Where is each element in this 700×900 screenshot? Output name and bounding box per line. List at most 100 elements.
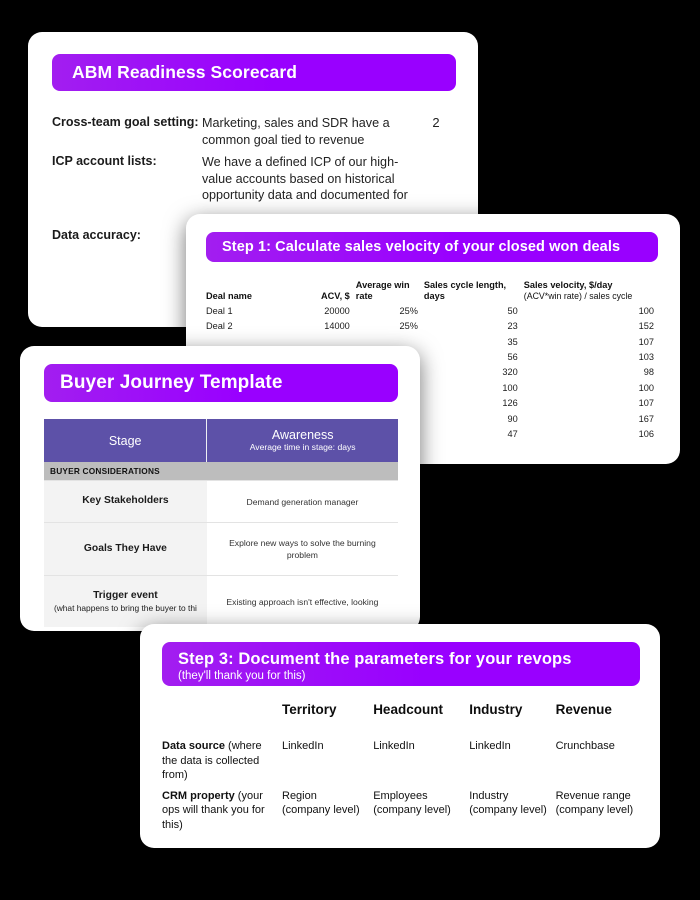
col-acv: ACV, $ [321, 290, 350, 301]
col-blank [162, 702, 282, 739]
abm-scorecard-banner: ABM Readiness Scorecard [52, 54, 456, 91]
col-sales-cycle-length: Sales cycle length, days [423, 280, 507, 301]
awareness-column-header: Awareness Average time in stage: days [206, 419, 398, 463]
cell-cycle-length: 47 [507, 429, 518, 440]
cell-cycle-length: 50 [507, 305, 518, 316]
cell-win-rate: 25% [399, 305, 418, 316]
cell-cycle-length: 90 [507, 413, 518, 424]
table-row: CRM property (your ops will thank you fo… [162, 789, 642, 839]
abm-row-score: 2 [432, 115, 440, 130]
cell-sales-velocity: 106 [638, 429, 654, 440]
step3-title: Step 3: Document the parameters for your… [178, 649, 572, 668]
cell-cycle-length: 320 [502, 367, 518, 378]
cell-cycle-length: 126 [502, 398, 518, 409]
buyer-journey-banner: Buyer Journey Template [44, 364, 398, 402]
cell-headcount: Employees (company level) [373, 789, 451, 817]
step1-banner: Step 1: Calculate sales velocity of your… [206, 232, 658, 262]
table-header-row: Deal name ACV, $ Average win rate Sales … [206, 280, 660, 303]
stage-column-header: Stage [44, 419, 208, 463]
cell-cycle-length: 56 [507, 351, 518, 362]
row-label-cell: Trigger event (what happens to bring the… [44, 575, 207, 628]
cell-sales-velocity: 103 [638, 351, 654, 362]
cell-sales-velocity: 107 [638, 398, 654, 409]
table-header-row: Territory Headcount Industry Revenue [162, 702, 642, 739]
abm-row: ICP account lists: We have a defined ICP… [52, 154, 456, 204]
row-value-cell: Explore new ways to solve the burning pr… [206, 522, 398, 576]
abm-row-label: Data accuracy: [52, 228, 141, 243]
cell-territory: LinkedIn [282, 740, 324, 752]
row-value-cell: Demand generation manager [206, 480, 398, 523]
abm-row-description: Marketing, sales and SDR have a common g… [202, 116, 390, 147]
row-label-crm-property: CRM property (your ops will thank you fo… [162, 789, 282, 839]
cell-headcount: LinkedIn [373, 740, 415, 752]
cell-acv: 14000 [324, 321, 350, 332]
cell-industry: Industry (company level) [469, 789, 547, 817]
abm-row: Cross-team goal setting: Marketing, sale… [52, 115, 456, 148]
cell-sales-velocity: 100 [638, 305, 654, 316]
col-revenue: Revenue [555, 702, 612, 717]
abm-scorecard-title: ABM Readiness Scorecard [72, 62, 298, 82]
col-industry: Industry [469, 702, 523, 717]
awareness-label: Awareness [271, 428, 334, 442]
cell-industry: LinkedIn [469, 740, 511, 752]
col-territory: Territory [282, 702, 337, 717]
cell-deal-name: Deal 2 [206, 321, 233, 332]
cell-sales-velocity: 167 [638, 413, 654, 424]
row-label-bold: Data source [162, 740, 225, 752]
step3-table-wrap: Territory Headcount Industry Revenue Dat… [140, 686, 660, 838]
buyer-journey-table: Stage Awareness Average time in stage: d… [44, 419, 398, 628]
col-sales-velocity-formula: (ACV*win rate) / sales cycle [523, 291, 633, 302]
buyer-journey-table-body: BUYER CONSIDERATIONS Key Stakeholders De… [44, 462, 398, 628]
col-sales-velocity: Sales velocity, $/day (ACV*win rate) / s… [524, 280, 660, 303]
step3-table: Territory Headcount Industry Revenue Dat… [162, 702, 642, 838]
col-avg-win-rate: Average win rate [355, 280, 410, 301]
awareness-sublabel: Average time in stage: days [249, 442, 356, 452]
row-label: Goals They Have [83, 542, 167, 554]
cell-cycle-length: 35 [507, 336, 518, 347]
buyer-considerations-label: BUYER CONSIDERATIONS [44, 462, 398, 481]
row-label-data-source: Data source (where the data is collected… [162, 739, 282, 789]
row-label-cell: Key Stakeholders [44, 480, 207, 523]
cell-sales-velocity: 100 [638, 382, 654, 393]
cell-win-rate: 25% [399, 321, 418, 332]
table-row: Goals They Have Explore new ways to solv… [44, 522, 398, 576]
col-deal-name: Deal name [206, 290, 252, 301]
cell-cycle-length: 23 [507, 321, 518, 332]
step3-parameters-card[interactable]: Step 3: Document the parameters for your… [140, 624, 660, 848]
step3-subtitle: (they'll thank you for this) [178, 669, 306, 682]
abm-row-label: Cross-team goal setting: [52, 115, 199, 129]
abm-row-description: We have a defined ICP of our high-value … [202, 155, 408, 203]
table-row: Deal 1 20000 25% 50 100 [206, 303, 660, 318]
cell-sales-velocity: 98 [643, 367, 654, 378]
col-headcount: Headcount [373, 702, 443, 717]
cell-territory: Region (company level) [282, 789, 360, 817]
table-row: Deal 2 14000 25% 23 152 [206, 319, 660, 334]
cell-acv: 20000 [324, 305, 350, 316]
row-label-bold: CRM property [162, 789, 235, 802]
sales-velocity-table-head: Deal name ACV, $ Average win rate Sales … [206, 280, 660, 303]
cell-revenue: Revenue range (company level) [555, 789, 634, 817]
row-label-cell: Goals They Have [44, 522, 207, 576]
col-sales-velocity-main: Sales velocity, $/day [523, 280, 613, 291]
buyer-journey-template-card[interactable]: Buyer Journey Template Stage Awareness A… [20, 346, 420, 631]
row-label: Trigger event [93, 590, 158, 602]
step3-table-body: Data source (where the data is collected… [162, 739, 642, 838]
table-header-row: Stage Awareness Average time in stage: d… [44, 419, 398, 463]
stage-label: Stage [108, 433, 142, 448]
cell-deal-name: Deal 1 [206, 305, 233, 316]
cell-revenue: Crunchbase [555, 740, 615, 752]
row-sublabel: (what happens to bring the buyer to thi [53, 602, 197, 613]
abm-row-label: ICP account lists: [52, 154, 157, 169]
buyer-journey-title: Buyer Journey Template [60, 372, 283, 393]
table-row: Key Stakeholders Demand generation manag… [44, 480, 398, 523]
table-row: Trigger event (what happens to bring the… [44, 575, 398, 628]
screenshot-canvas: ABM Readiness Scorecard Cross-team goal … [0, 0, 700, 900]
table-row: Data source (where the data is collected… [162, 739, 642, 789]
cell-sales-velocity: 152 [638, 321, 654, 332]
step3-banner: Step 3: Document the parameters for your… [162, 642, 640, 686]
cell-sales-velocity: 107 [638, 336, 654, 347]
row-value-cell: Existing approach isn't effective, looki… [206, 575, 398, 628]
section-header-row: BUYER CONSIDERATIONS [44, 462, 398, 481]
buyer-journey-table-head: Stage Awareness Average time in stage: d… [44, 419, 398, 463]
step3-table-head: Territory Headcount Industry Revenue [162, 702, 642, 739]
